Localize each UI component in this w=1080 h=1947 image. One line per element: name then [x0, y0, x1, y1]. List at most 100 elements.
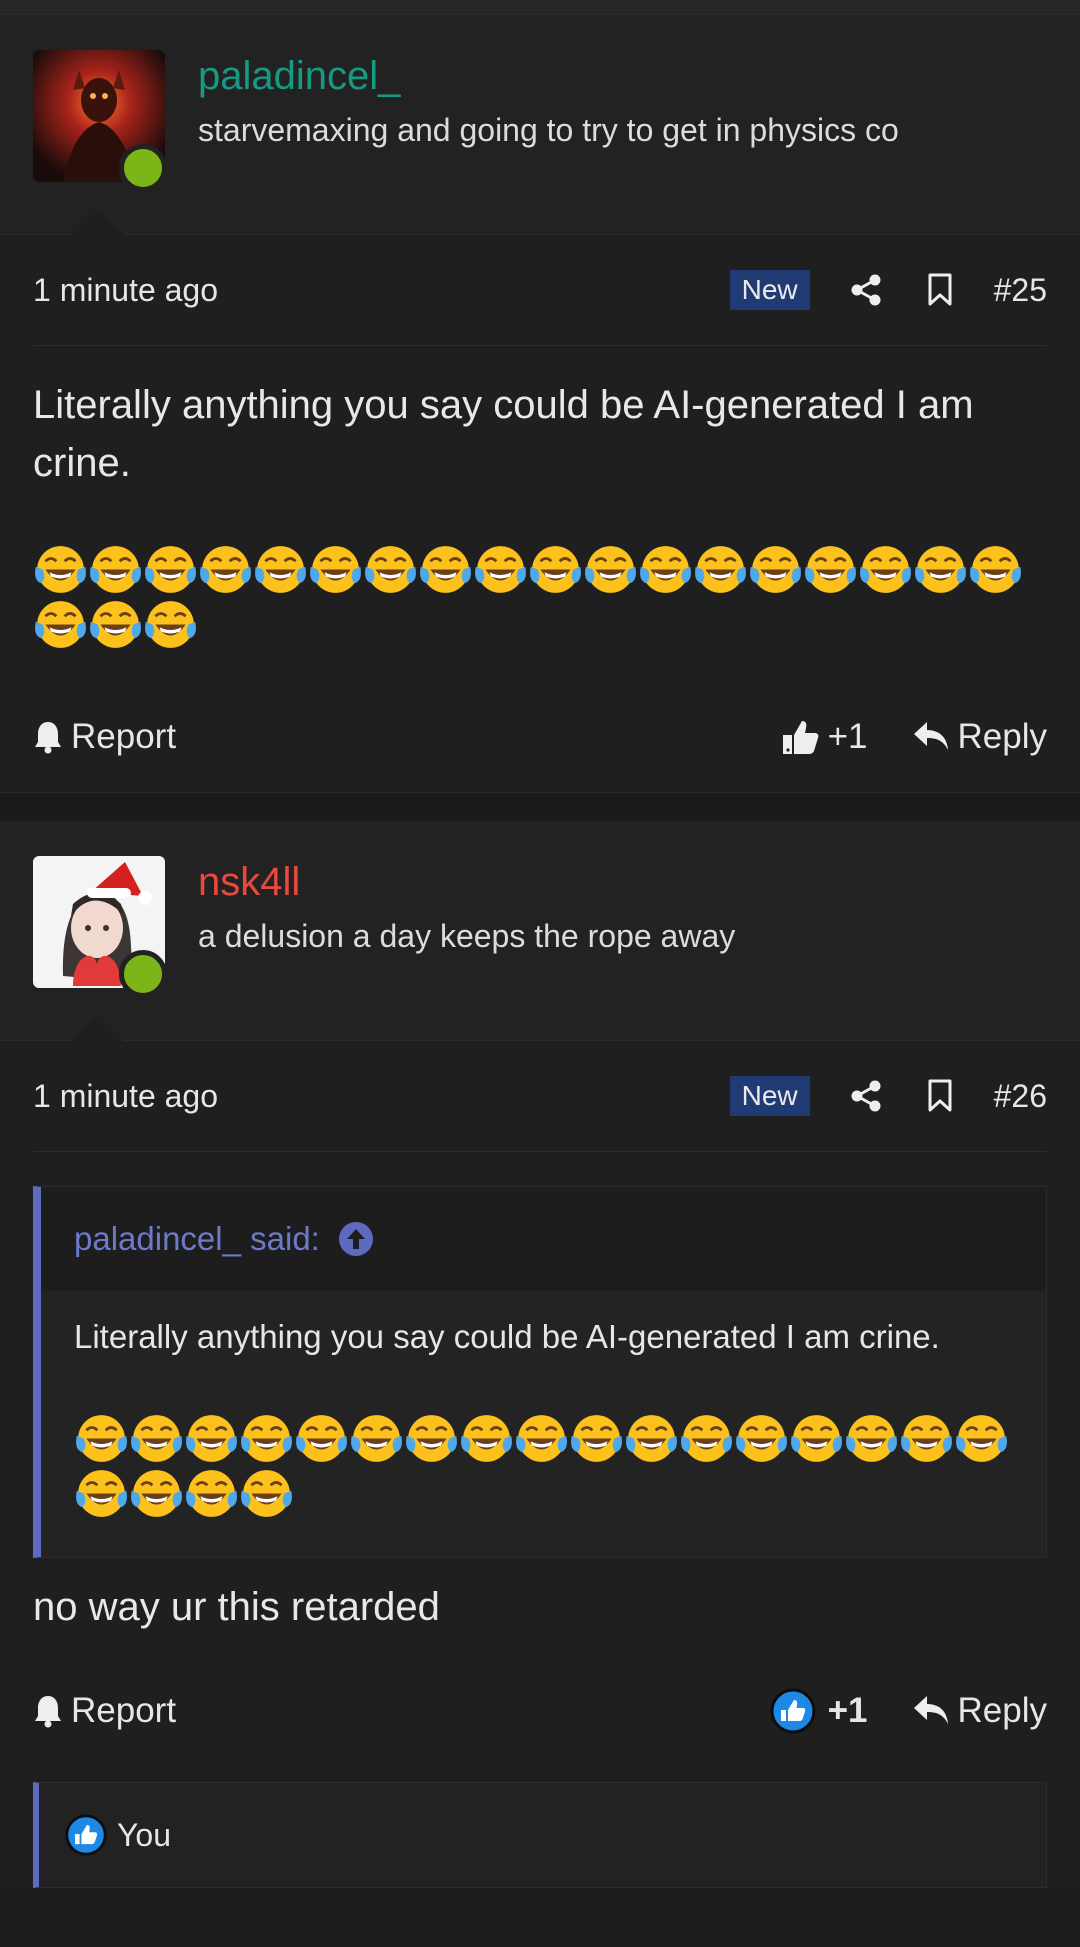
username[interactable]: nsk4ll — [198, 858, 735, 906]
new-badge: New — [729, 1076, 810, 1116]
report-button[interactable]: Report — [33, 1691, 176, 1731]
post-body: no way ur this retarded — [0, 1578, 1080, 1636]
laughing-crying-emoji — [858, 542, 913, 597]
reply-icon — [913, 1696, 948, 1724]
laughing-crying-emoji — [789, 1411, 844, 1466]
laughing-crying-emoji — [294, 1411, 349, 1466]
post-25: paladincel_ starvemaxing and going to tr… — [0, 15, 1080, 792]
user-info: nsk4ll a delusion a day keeps the rope a… — [198, 856, 735, 955]
post-meta: 1 minute ago New #26 — [33, 1041, 1047, 1152]
quote-body: Literally anything you say could be AI-g… — [41, 1291, 1046, 1557]
laughing-crying-emoji — [569, 1411, 624, 1466]
laughing-crying-emoji — [913, 542, 968, 597]
post-actions: Report +1 Reply — [0, 682, 1080, 792]
laughing-crying-emoji — [88, 597, 143, 652]
laughing-crying-emoji — [239, 1411, 294, 1466]
post-separator — [0, 792, 1080, 821]
laughing-crying-emoji — [679, 1411, 734, 1466]
bell-icon — [35, 722, 61, 754]
laughing-crying-emoji — [473, 542, 528, 597]
laughing-crying-emoji — [239, 1466, 294, 1521]
reactions-bar[interactable]: You — [33, 1782, 1047, 1888]
quote-author[interactable]: paladincel_ said: — [74, 1220, 320, 1258]
reply-button[interactable]: Reply — [912, 717, 1047, 757]
laughing-crying-emoji — [514, 1411, 569, 1466]
laughing-crying-emoji — [734, 1411, 789, 1466]
bookmark-icon[interactable] — [920, 1076, 960, 1116]
post-body: Literally anything you say could be AI-g… — [0, 376, 1080, 652]
thumbs-up-icon — [65, 1814, 107, 1856]
laughing-crying-emoji — [954, 1411, 1009, 1466]
top-bar — [0, 0, 1080, 15]
reply-label: Reply — [957, 1691, 1047, 1730]
report-button[interactable]: Report — [33, 717, 176, 757]
report-label: Report — [71, 717, 177, 756]
laughing-crying-emoji — [143, 542, 198, 597]
laughing-crying-emoji — [968, 542, 1023, 597]
laughing-crying-emoji — [33, 597, 88, 652]
laughing-crying-emoji — [33, 542, 88, 597]
laughing-crying-emoji — [349, 1411, 404, 1466]
caret — [72, 209, 124, 235]
user-title: a delusion a day keeps the rope away — [198, 918, 736, 954]
laughing-crying-emoji — [844, 1411, 899, 1466]
laughing-crying-emoji — [308, 542, 363, 597]
laughing-crying-emoji — [253, 542, 308, 597]
laughing-crying-emoji — [638, 542, 693, 597]
reply-icon — [913, 722, 948, 750]
avatar-wrap[interactable] — [33, 856, 167, 998]
like-button[interactable]: +1 — [780, 717, 868, 757]
online-status-dot — [119, 950, 167, 998]
post-number[interactable]: #25 — [994, 272, 1047, 309]
laughing-crying-emoji — [418, 542, 473, 597]
post-time[interactable]: 1 minute ago — [33, 272, 730, 309]
post-number[interactable]: #26 — [994, 1078, 1047, 1115]
reactions-label[interactable]: You — [117, 1817, 171, 1854]
thumbs-up-icon — [782, 721, 818, 754]
laughing-crying-emoji — [363, 542, 418, 597]
quote-header[interactable]: paladincel_ said: — [41, 1187, 1046, 1291]
like-button[interactable]: +1 — [770, 1688, 868, 1734]
laughing-crying-emoji — [693, 542, 748, 597]
reply-button[interactable]: Reply — [912, 1691, 1047, 1731]
bookmark-icon[interactable] — [920, 270, 960, 310]
post-26: nsk4ll a delusion a day keeps the rope a… — [0, 821, 1080, 1888]
laughing-crying-emoji — [129, 1466, 184, 1521]
laughing-crying-emoji — [624, 1411, 679, 1466]
laughing-crying-emoji — [74, 1466, 129, 1521]
like-count: +1 — [827, 1691, 868, 1730]
emoji-row — [33, 542, 1033, 652]
like-count: +1 — [827, 717, 868, 756]
laughing-crying-emoji — [184, 1411, 239, 1466]
thumbs-up-icon — [770, 1688, 816, 1734]
laughing-crying-emoji — [459, 1411, 514, 1466]
laughing-crying-emoji — [184, 1466, 239, 1521]
reply-label: Reply — [957, 717, 1047, 756]
post-message: Literally anything you say could be AI-g… — [33, 383, 974, 485]
laughing-crying-emoji — [803, 542, 858, 597]
post-actions: Report +1 Reply — [0, 1656, 1080, 1766]
share-icon[interactable] — [846, 270, 886, 310]
new-badge: New — [729, 270, 810, 310]
laughing-crying-emoji — [74, 1411, 129, 1466]
quote-block: paladincel_ said: Literally anything you… — [33, 1186, 1047, 1558]
post-meta: 1 minute ago New #25 — [33, 235, 1047, 346]
emoji-row — [74, 1411, 1034, 1521]
username[interactable]: paladincel_ — [198, 52, 899, 100]
laughing-crying-emoji — [143, 597, 198, 652]
report-label: Report — [71, 1691, 177, 1730]
laughing-crying-emoji — [899, 1411, 954, 1466]
user-block: nsk4ll a delusion a day keeps the rope a… — [0, 821, 1080, 1041]
quote-text: Literally anything you say could be AI-g… — [74, 1318, 940, 1355]
laughing-crying-emoji — [129, 1411, 184, 1466]
avatar-wrap[interactable] — [33, 50, 167, 192]
bell-icon — [35, 1696, 61, 1728]
arrow-up-circle-icon[interactable] — [338, 1221, 374, 1257]
laughing-crying-emoji — [404, 1411, 459, 1466]
caret — [72, 1015, 124, 1041]
laughing-crying-emoji — [88, 542, 143, 597]
user-block: paladincel_ starvemaxing and going to tr… — [0, 15, 1080, 235]
post-time[interactable]: 1 minute ago — [33, 1078, 730, 1115]
online-status-dot — [119, 144, 167, 192]
share-icon[interactable] — [846, 1076, 886, 1116]
